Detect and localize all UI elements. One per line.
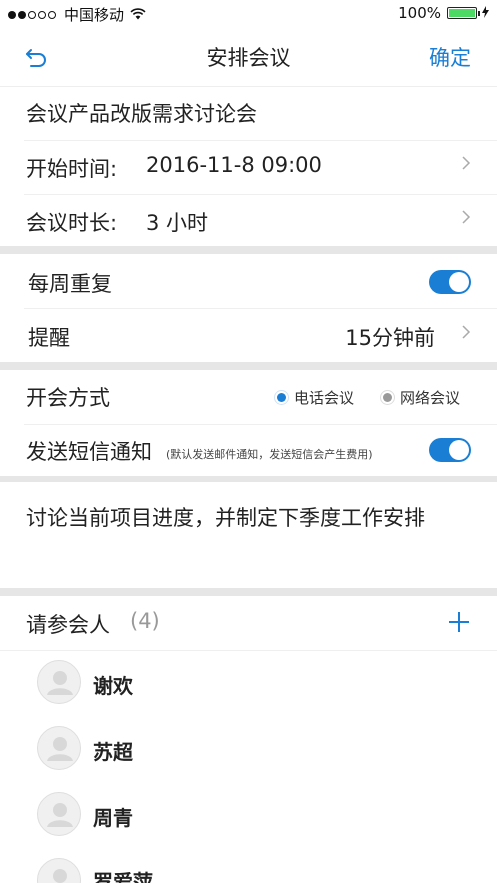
attendee-name: 苏超 [93, 740, 133, 764]
reminder-value: 15分钟前 [345, 326, 435, 350]
radio-phone-meeting[interactable]: 电话会议 [277, 387, 354, 408]
section-gap [0, 362, 497, 370]
section-gap [0, 246, 497, 254]
signal-dot-icon [38, 10, 46, 19]
charging-icon [482, 5, 489, 21]
sms-notice-row: 发送短信通知 (默认发送邮件通知，发送短信会产生费用) [0, 424, 497, 478]
radio-phone-meeting-label: 电话会议 [294, 389, 355, 407]
weekly-repeat-toggle[interactable] [429, 270, 471, 294]
meeting-type-row: 开会方式 电话会议 网络会议 [0, 370, 497, 424]
avatar [37, 726, 81, 770]
confirm-button[interactable]: 确定 [429, 42, 471, 72]
chevron-right-icon [461, 323, 471, 346]
signal-dot-icon [18, 10, 26, 19]
start-time-value: 2016-11-8 09:00 [146, 153, 322, 177]
attendee-item[interactable]: 周青 [0, 782, 497, 848]
radio-web-meeting[interactable]: 网络会议 [383, 387, 460, 408]
attendee-item[interactable]: 罗爱萍 [0, 848, 497, 883]
attendee-name: 周青 [93, 806, 133, 830]
section-gap [0, 588, 497, 596]
attendee-item[interactable]: 谢欢 [0, 650, 497, 716]
attendees-header: 请参会人 (4) [0, 596, 497, 651]
page-title: 安排会议 [206, 46, 291, 70]
status-bar: 中国移动 100% [0, 0, 497, 28]
battery-percent: 100% [398, 4, 441, 22]
radio-web-meeting-label: 网络会议 [400, 389, 461, 407]
chevron-right-icon [461, 154, 471, 177]
battery-icon [447, 7, 480, 19]
radio-selected-icon [277, 393, 286, 402]
sms-notice-label: 发送短信通知 [26, 440, 152, 464]
plus-icon[interactable] [447, 610, 471, 634]
duration-row[interactable]: 会议时长: 3 小时 [0, 194, 497, 248]
avatar [37, 792, 81, 836]
attendees-count: (4) [130, 609, 160, 633]
status-right: 100% [398, 4, 489, 22]
attendee-name: 谢欢 [93, 674, 133, 698]
battery-level [449, 9, 475, 17]
description-area[interactable]: 讨论当前项目进度，并制定下季度工作安排 [0, 482, 497, 588]
start-time-row[interactable]: 开始时间: 2016-11-8 09:00 [0, 140, 497, 194]
attendees-label: 请参会人 [26, 613, 110, 637]
radio-unselected-icon [383, 393, 392, 402]
meeting-subject-row[interactable]: 会议产品改版需求讨论会 [0, 86, 497, 140]
signal-dot-icon [48, 10, 56, 19]
attendee-name: 罗爱萍 [93, 870, 153, 883]
weekly-repeat-row: 每周重复 [0, 254, 497, 308]
avatar [37, 660, 81, 704]
attendee-item[interactable]: 苏超 [0, 716, 497, 782]
wifi-icon [130, 6, 146, 24]
avatar [37, 858, 81, 883]
meeting-description: 讨论当前项目进度，并制定下季度工作安排 [26, 506, 425, 530]
reminder-row[interactable]: 提醒 15分钟前 [0, 308, 497, 362]
sms-notice-note: (默认发送邮件通知，发送短信会产生费用) [166, 448, 373, 461]
nav-bar: 安排会议 确定 [0, 28, 497, 87]
chevron-right-icon [461, 208, 471, 231]
signal-dot-icon [8, 10, 16, 19]
reminder-label: 提醒 [28, 326, 70, 350]
duration-value: 3 小时 [146, 211, 209, 235]
duration-label: 会议时长: [26, 211, 118, 235]
status-left: 中国移动 [8, 4, 146, 25]
weekly-repeat-label: 每周重复 [28, 272, 112, 296]
signal-dot-icon [28, 10, 36, 19]
sms-notice-toggle[interactable] [429, 438, 471, 462]
meeting-type-label: 开会方式 [26, 386, 110, 410]
start-time-label: 开始时间: [26, 157, 118, 181]
meeting-subject: 会议产品改版需求讨论会 [26, 102, 257, 126]
carrier-name: 中国移动 [64, 6, 125, 24]
